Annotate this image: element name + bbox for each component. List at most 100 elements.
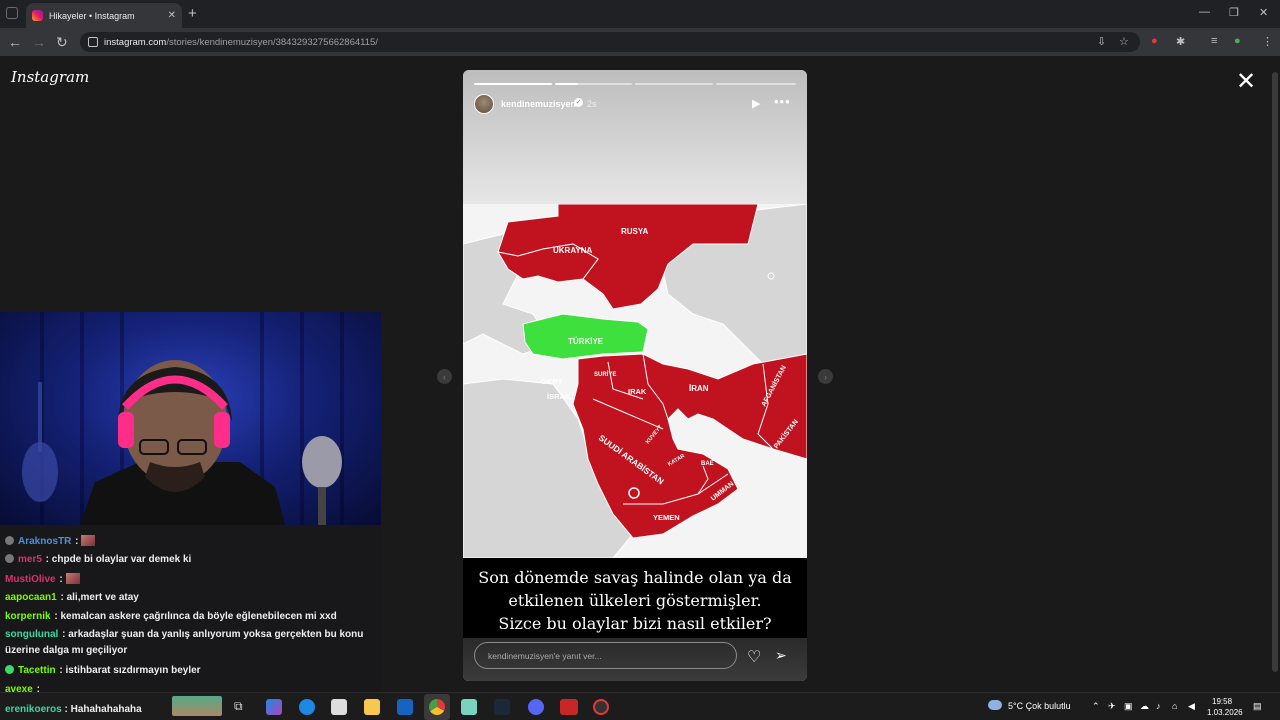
label-turkiye: TÜRKİYE bbox=[568, 337, 604, 346]
bookmark-star-icon[interactable]: ☆ bbox=[1119, 35, 1129, 48]
story-user-avatar[interactable] bbox=[474, 94, 494, 114]
caption-line: Sizce bu olaylar bizi nasıl etkiler? bbox=[498, 614, 772, 633]
close-tab-icon[interactable]: ✕ bbox=[168, 10, 176, 21]
tab-search-button[interactable] bbox=[6, 7, 18, 19]
weather-icon[interactable] bbox=[988, 700, 1002, 710]
chat-message: korpernik : kemalcan askere çağrılınca d… bbox=[5, 611, 337, 622]
menu-dots-icon[interactable]: ⋮ bbox=[1262, 35, 1273, 48]
tray-app-icon[interactable]: ▣ bbox=[1124, 701, 1133, 712]
tray-network-icon[interactable]: ⌂ bbox=[1172, 701, 1177, 711]
outlook-icon[interactable] bbox=[397, 699, 413, 715]
url-host: instagram.com bbox=[104, 36, 167, 48]
badge-icon bbox=[5, 665, 14, 674]
send-icon[interactable]: ➢ bbox=[775, 647, 787, 664]
site-info-icon[interactable] bbox=[88, 37, 98, 47]
obs-icon[interactable] bbox=[593, 699, 609, 715]
story-username[interactable]: kendinemuzisyen bbox=[501, 99, 576, 109]
label-israil: İSRAİL bbox=[547, 392, 572, 401]
chat-text: chpde bi olaylar var demek ki bbox=[51, 554, 192, 565]
instagram-page: Instagram ✕ ‹ › kendinemuzisyen ✓ 2s ▶ •… bbox=[0, 56, 1280, 692]
war-map: RUSYA UKRAYNA TÜRKİYE SURİYE GKRY İSRAİL… bbox=[463, 204, 807, 558]
tab-title: Hikayeler • Instagram bbox=[49, 10, 135, 21]
instagram-favicon-icon bbox=[32, 10, 43, 21]
streaming-app-icon[interactable] bbox=[560, 699, 578, 715]
chat-message: avexe : bbox=[5, 684, 40, 692]
chrome-icon[interactable] bbox=[429, 699, 445, 715]
file-explorer-icon[interactable] bbox=[364, 699, 380, 715]
restore-button[interactable]: ❐ bbox=[1229, 6, 1239, 19]
chat-username[interactable]: songulunal bbox=[5, 629, 58, 640]
story-progress-segment bbox=[716, 83, 796, 85]
clock-date[interactable]: 1.03.2026 bbox=[1207, 708, 1243, 717]
new-tab-button[interactable]: + bbox=[188, 5, 197, 22]
tray-cloud-icon[interactable]: ☁ bbox=[1140, 701, 1149, 712]
heart-icon[interactable]: ♡ bbox=[747, 647, 761, 667]
chat-username[interactable]: avexe bbox=[5, 684, 33, 692]
tray-chevron-icon[interactable]: ⌃ bbox=[1092, 701, 1100, 712]
chat-message: erenikoeros : Hahahahahaha bbox=[5, 704, 142, 715]
chat-username[interactable]: MustiOlive bbox=[5, 574, 56, 585]
label-yemen: YEMEN bbox=[653, 513, 680, 522]
caption-line: etkilenen ülkeleri göstermişler. bbox=[508, 591, 762, 610]
emote-icon bbox=[65, 573, 80, 584]
media-control-icon[interactable]: ≡ bbox=[1211, 35, 1217, 47]
label-iran: İRAN bbox=[689, 384, 709, 393]
chat-username[interactable]: aapocaan1 bbox=[5, 592, 57, 603]
chat-text: ali,mert ve atay bbox=[66, 592, 139, 603]
minimize-button[interactable]: — bbox=[1199, 6, 1210, 18]
tray-mic-icon[interactable]: ♪ bbox=[1156, 701, 1161, 711]
badge-icon bbox=[5, 554, 14, 563]
notification-icon[interactable]: ▤ bbox=[1253, 701, 1262, 712]
more-options-icon[interactable]: ••• bbox=[774, 94, 791, 109]
extension-icon[interactable]: ● bbox=[1151, 35, 1158, 47]
steam-icon[interactable] bbox=[494, 699, 510, 715]
story-header-bg bbox=[463, 70, 807, 204]
copilot-icon[interactable] bbox=[266, 699, 282, 715]
chat-username[interactable]: mer5 bbox=[18, 554, 42, 565]
chat-text: istihbarat sızdırmayın beyler bbox=[65, 665, 201, 676]
stream-chat: AraknosTR : mer5 : chpde bi olaylar var … bbox=[0, 525, 381, 692]
edge-icon[interactable] bbox=[299, 699, 315, 715]
close-story-icon[interactable]: ✕ bbox=[1236, 70, 1256, 94]
story-progress-segment bbox=[474, 83, 552, 85]
forward-button[interactable]: → bbox=[32, 34, 46, 50]
chat-username[interactable]: erenikoeros bbox=[5, 704, 62, 715]
chat-username[interactable]: Tacettin bbox=[18, 665, 56, 676]
install-app-icon[interactable]: ⇩ bbox=[1097, 35, 1106, 48]
label-ukrayna: UKRAYNA bbox=[553, 246, 592, 255]
extensions-puzzle-icon[interactable]: ✱ bbox=[1176, 35, 1185, 48]
tray-steam-icon[interactable]: ✈ bbox=[1108, 701, 1116, 712]
back-button[interactable]: ← bbox=[8, 34, 22, 50]
address-bar[interactable]: instagram.com/stories/kendinemuzisyen/38… bbox=[80, 32, 1140, 52]
windows-taskbar: ⧉ 5°C Çok bulutlu ⌃ ✈ ▣ ☁ ♪ ⌂ ◀ 19:58 1.… bbox=[0, 692, 1280, 720]
label-irak: IRAK bbox=[628, 387, 647, 396]
story-viewer[interactable]: kendinemuzisyen ✓ 2s ▶ ••• RUSYA UKRAYNA… bbox=[463, 70, 807, 681]
profile-avatar[interactable]: ● bbox=[1234, 35, 1241, 47]
weather-text[interactable]: 5°C Çok bulutlu bbox=[1008, 701, 1071, 711]
chat-username[interactable]: korpernik bbox=[5, 611, 51, 622]
play-icon[interactable]: ▶ bbox=[752, 97, 760, 110]
instagram-logo[interactable]: Instagram bbox=[11, 68, 89, 86]
previous-story-icon[interactable]: ‹ bbox=[437, 369, 452, 384]
chat-message: songulunal : arkadaşlar şuan da yanlış a… bbox=[5, 629, 364, 656]
notepad-icon[interactable] bbox=[461, 699, 477, 715]
reload-button[interactable]: ↻ bbox=[56, 34, 68, 51]
browser-tab-bar: Hikayeler • Instagram ✕ + — ❐ ✕ bbox=[0, 0, 1280, 28]
close-window-button[interactable]: ✕ bbox=[1259, 6, 1268, 19]
task-view-thumbnail[interactable] bbox=[172, 696, 222, 716]
next-story-icon[interactable]: › bbox=[818, 369, 833, 384]
reply-bar: ♡ ➢ bbox=[463, 638, 807, 681]
story-caption: Son dönemde savaş halinde olan ya da etk… bbox=[463, 558, 807, 638]
store-icon[interactable] bbox=[331, 699, 347, 715]
chat-message: Tacettin : istihbarat sızdırmayın beyler bbox=[5, 665, 201, 676]
tray-volume-icon[interactable]: ◀ bbox=[1188, 701, 1195, 712]
reply-input[interactable] bbox=[474, 642, 737, 669]
discord-icon[interactable] bbox=[528, 699, 544, 715]
page-scrollbar[interactable] bbox=[1272, 62, 1278, 682]
browser-tab[interactable]: Hikayeler • Instagram ✕ bbox=[26, 3, 182, 28]
task-view-icon[interactable]: ⧉ bbox=[234, 699, 250, 715]
chat-username[interactable]: AraknosTR bbox=[18, 536, 71, 547]
streamer-figure bbox=[22, 360, 342, 525]
caption-line: Son dönemde savaş halinde olan ya da bbox=[478, 568, 792, 587]
clock-time[interactable]: 19:58 bbox=[1212, 697, 1232, 706]
